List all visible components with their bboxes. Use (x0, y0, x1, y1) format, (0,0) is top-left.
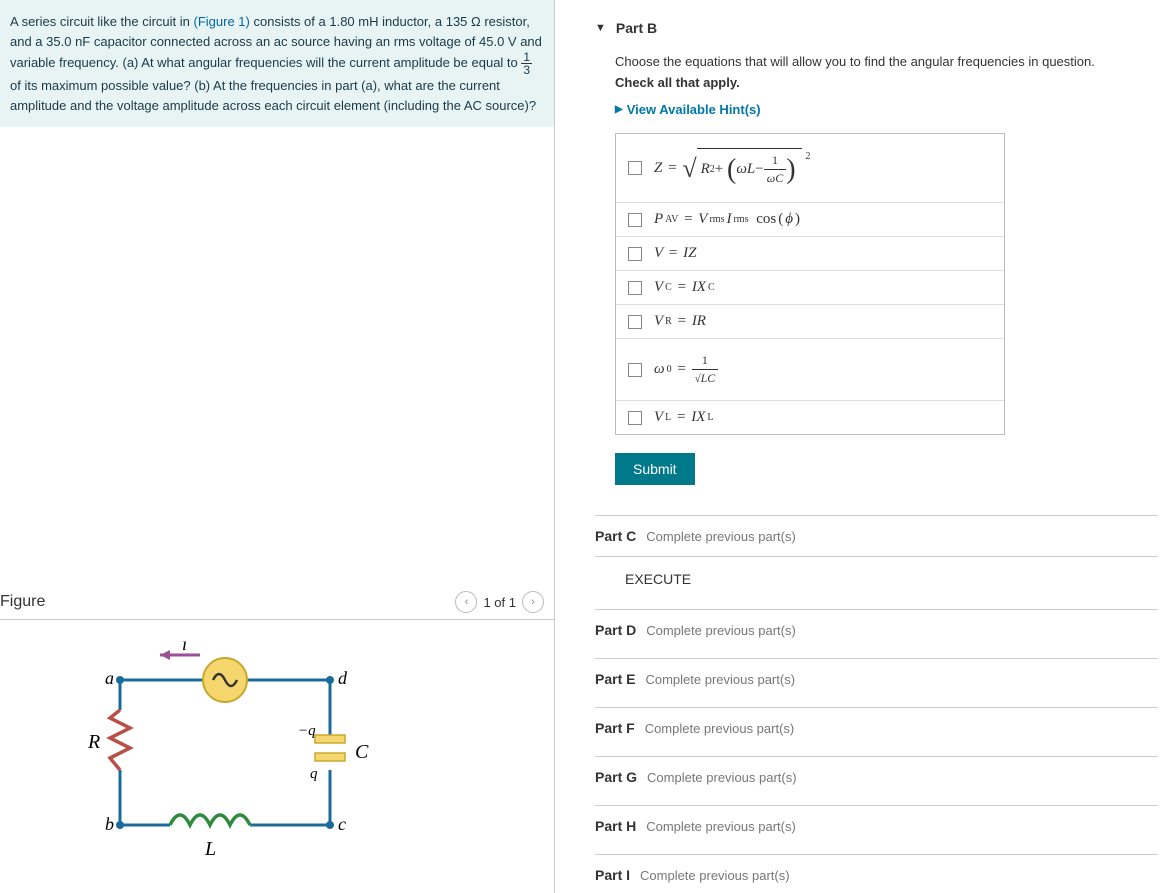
pager-next-button[interactable]: › (522, 591, 544, 613)
equation-viz: V = IZ (654, 245, 696, 262)
unit: mH (358, 14, 378, 29)
check-all-text: Check all that apply. (615, 75, 1158, 90)
problem-text: capacitor connected across an ac source … (90, 34, 508, 49)
part-status: Complete previous part(s) (640, 868, 790, 883)
part-g-row[interactable]: Part G Complete previous part(s) (595, 756, 1158, 797)
equation-vl: VL = IXL (654, 409, 714, 426)
figure-image: a d b c R C L i −q q (0, 620, 554, 873)
part-h-row[interactable]: Part H Complete previous part(s) (595, 805, 1158, 846)
part-i-row[interactable]: Part I Complete previous part(s) (595, 854, 1158, 893)
part-status: Complete previous part(s) (645, 721, 795, 736)
svg-text:q: q (310, 766, 318, 782)
svg-text:b: b (105, 814, 114, 834)
svg-text:L: L (204, 838, 216, 860)
submit-button[interactable]: Submit (615, 453, 695, 485)
checkbox[interactable] (628, 315, 642, 329)
part-status: Complete previous part(s) (646, 623, 796, 638)
unit: nF (75, 34, 90, 49)
part-c-row[interactable]: Part C Complete previous part(s) (595, 515, 1158, 556)
checkbox[interactable] (628, 411, 642, 425)
option-row[interactable]: VL = IXL (616, 401, 1004, 434)
part-label: Part F (595, 720, 635, 736)
part-label: Part D (595, 622, 636, 638)
problem-text: A series circuit like the circuit in (10, 14, 194, 29)
option-row[interactable]: VC = IXC (616, 271, 1004, 305)
option-row[interactable]: PAV = VrmsIrms cos(ϕ) (616, 203, 1004, 237)
equation-impedance: Z = √ R2+ (ωL− 1ωC ) 2 (654, 148, 811, 188)
fraction: 13 (521, 51, 532, 76)
caret-down-icon: ▼ (595, 22, 606, 34)
pager-text: 1 of 1 (483, 595, 516, 610)
checkbox[interactable] (628, 281, 642, 295)
equation-w0: ω0 = 1√LC (654, 353, 718, 386)
problem-text: inductor, a 135 (379, 14, 472, 29)
equation-vc: VC = IXC (654, 279, 715, 296)
svg-text:C: C (355, 741, 369, 763)
part-b-body: Choose the equations that will allow you… (595, 54, 1158, 485)
unit: V (508, 34, 517, 49)
svg-text:c: c (338, 814, 346, 834)
part-e-row[interactable]: Part E Complete previous part(s) (595, 658, 1158, 699)
svg-text:−q: −q (298, 723, 316, 739)
part-label: Part C (595, 528, 636, 544)
part-f-row[interactable]: Part F Complete previous part(s) (595, 707, 1158, 748)
triangle-right-icon: ▶ (615, 104, 623, 115)
part-status: Complete previous part(s) (645, 672, 795, 687)
svg-text:i: i (182, 640, 187, 654)
option-row[interactable]: Z = √ R2+ (ωL− 1ωC ) 2 (616, 134, 1004, 203)
execute-row: EXECUTE (595, 556, 1158, 601)
option-row[interactable]: V = IZ (616, 237, 1004, 271)
part-b-title: Part B (616, 20, 657, 36)
figure-header: Figure ‹ 1 of 1 › (0, 585, 554, 620)
equation-vr: VR = IR (654, 313, 706, 330)
checkbox[interactable] (628, 363, 642, 377)
option-row[interactable]: VR = IR (616, 305, 1004, 339)
problem-statement: A series circuit like the circuit in (Fi… (0, 0, 554, 127)
instruction-text: Choose the equations that will allow you… (615, 54, 1158, 69)
checkbox[interactable] (628, 213, 642, 227)
left-column: A series circuit like the circuit in (Fi… (0, 0, 555, 893)
part-b-header[interactable]: ▼ Part B (595, 20, 1158, 36)
hint-label: View Available Hint(s) (627, 102, 761, 117)
problem-text: of its maximum possible value? (b) At th… (10, 78, 536, 113)
part-label: Part E (595, 671, 635, 687)
svg-text:a: a (105, 668, 114, 688)
part-label: Part H (595, 818, 636, 834)
figure-section: Figure ‹ 1 of 1 › (0, 575, 554, 893)
view-hints-link[interactable]: ▶ View Available Hint(s) (615, 102, 1158, 117)
part-status: Complete previous part(s) (646, 529, 796, 544)
equation-power: PAV = VrmsIrms cos(ϕ) (654, 211, 800, 228)
unit: Ω (471, 14, 481, 29)
checkbox[interactable] (628, 247, 642, 261)
part-d-row[interactable]: Part D Complete previous part(s) (595, 609, 1158, 650)
part-status: Complete previous part(s) (646, 819, 796, 834)
problem-text: consists of a 1.80 (250, 14, 358, 29)
right-column: ▼ Part B Choose the equations that will … (555, 0, 1173, 893)
option-row[interactable]: ω0 = 1√LC (616, 339, 1004, 401)
svg-text:R: R (87, 731, 100, 753)
checkbox[interactable] (628, 161, 642, 175)
figure-pager: ‹ 1 of 1 › (455, 591, 544, 613)
svg-text:d: d (338, 668, 348, 688)
part-status: Complete previous part(s) (647, 770, 797, 785)
pager-prev-button[interactable]: ‹ (455, 591, 477, 613)
part-label: Part I (595, 867, 630, 883)
part-label: Part G (595, 769, 637, 785)
figure-title: Figure (0, 593, 45, 611)
figure-reference-link[interactable]: (Figure 1) (194, 14, 250, 29)
answer-options-box: Z = √ R2+ (ωL− 1ωC ) 2 PAV = VrmsIrms co… (615, 133, 1005, 435)
